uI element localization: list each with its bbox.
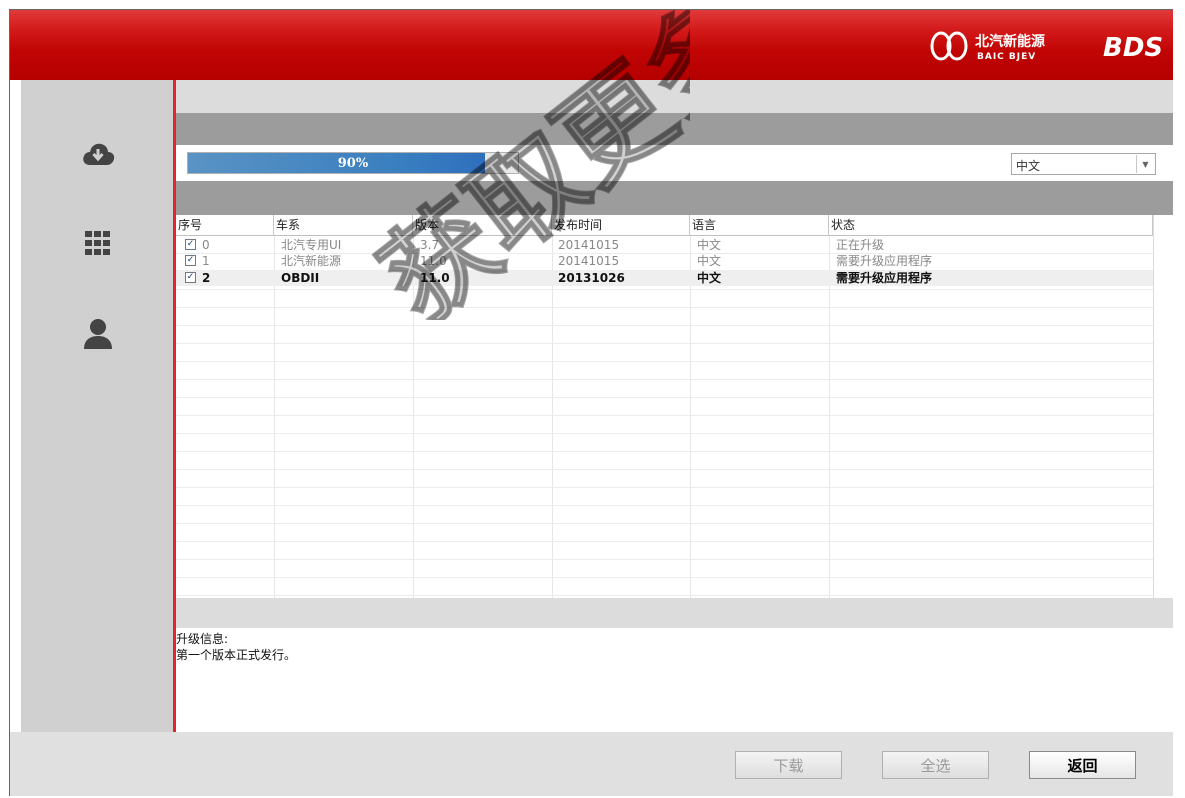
grid-line bbox=[176, 415, 1153, 416]
cell-series: OBDII bbox=[281, 271, 320, 285]
cell-index: 0 bbox=[202, 238, 210, 252]
table-row[interactable]: ✓ 1 北汽新能源 11.0 20141015 中文 需要升级应用程序 bbox=[176, 253, 1153, 269]
cell-status: 需要升级应用程序 bbox=[836, 254, 933, 268]
brand-name-en: BAIC BJEV bbox=[977, 52, 1036, 62]
grid-apps-icon[interactable] bbox=[80, 225, 116, 261]
app-name: BDS bbox=[1103, 33, 1163, 63]
grid-line bbox=[176, 541, 1153, 542]
row-checkbox[interactable]: ✓ bbox=[185, 255, 196, 266]
chevron-down-icon[interactable]: ▼ bbox=[1136, 155, 1154, 173]
cloud-download-icon[interactable] bbox=[80, 136, 116, 172]
cell-index: 2 bbox=[202, 271, 211, 285]
cell-date: 20141015 bbox=[558, 238, 620, 252]
upgrade-info-panel: 升级信息: 第一个版本正式发行。 bbox=[176, 628, 1173, 732]
title-bar: 北汽新能源 BAIC BJEV BDS bbox=[10, 10, 1173, 80]
section-header-bar-2 bbox=[176, 181, 1173, 215]
column-header-language[interactable]: 语言 bbox=[690, 215, 829, 236]
cell-version: 3.7 bbox=[420, 238, 440, 252]
brand-name-cn: 北汽新能源 bbox=[975, 33, 1045, 50]
cell-status: 正在升级 bbox=[836, 238, 885, 252]
table-row[interactable]: ✓ 0 北汽专用UI 3.7 20141015 中文 正在升级 bbox=[176, 237, 1153, 253]
grid-line bbox=[176, 451, 1153, 452]
footer-bar bbox=[10, 732, 1173, 796]
progress-label: 90% bbox=[337, 155, 369, 171]
cell-series: 北汽新能源 bbox=[281, 254, 342, 268]
download-button[interactable]: 下载 bbox=[735, 751, 842, 779]
back-button[interactable]: 返回 bbox=[1029, 751, 1136, 779]
top-strip bbox=[176, 80, 1173, 113]
column-header-index[interactable]: 序号 bbox=[176, 215, 274, 236]
column-header-series[interactable]: 车系 bbox=[274, 215, 413, 236]
grid-line bbox=[176, 433, 1153, 434]
column-header-status[interactable]: 状态 bbox=[829, 215, 1153, 236]
cell-index: 1 bbox=[202, 254, 210, 268]
grid-line bbox=[176, 325, 1153, 326]
cell-language: 中文 bbox=[697, 254, 722, 268]
grid-line bbox=[176, 397, 1153, 398]
grid-line bbox=[176, 487, 1153, 488]
table-row-selected[interactable]: ✓ 2 OBDII 11.0 20131026 中文 需要升级应用程序 bbox=[176, 270, 1153, 286]
table-scroll-edge bbox=[1153, 215, 1154, 598]
grid-line bbox=[690, 236, 691, 598]
row-checkbox[interactable]: ✓ bbox=[185, 272, 196, 283]
grid-line bbox=[176, 307, 1153, 308]
cell-version: 11.0 bbox=[420, 254, 447, 268]
grid-line bbox=[176, 523, 1153, 524]
cell-language: 中文 bbox=[697, 238, 722, 252]
progress-bar: 90% bbox=[187, 152, 519, 174]
upgrade-info-text: 第一个版本正式发行。 bbox=[176, 648, 297, 662]
cell-series: 北汽专用UI bbox=[281, 238, 342, 252]
grid-line bbox=[176, 505, 1153, 506]
sidebar bbox=[21, 80, 173, 732]
info-header-strip bbox=[176, 598, 1173, 628]
row-checkbox[interactable]: ✓ bbox=[185, 239, 196, 250]
cell-version: 11.0 bbox=[420, 271, 450, 285]
grid-line bbox=[413, 236, 414, 598]
brand-logo: 北汽新能源 BAIC BJEV BDS bbox=[930, 31, 1163, 63]
grid-line bbox=[552, 236, 553, 598]
user-icon[interactable] bbox=[80, 316, 116, 352]
column-header-date[interactable]: 发布时间 bbox=[552, 215, 690, 236]
grid-line bbox=[176, 289, 1153, 290]
grid-line bbox=[176, 559, 1153, 560]
column-header-version[interactable]: 版本 bbox=[413, 215, 552, 236]
grid-line bbox=[829, 236, 830, 598]
grid-line bbox=[176, 595, 1153, 596]
grid-line bbox=[176, 343, 1153, 344]
grid-line bbox=[176, 361, 1153, 362]
grid-line bbox=[176, 379, 1153, 380]
cell-status: 需要升级应用程序 bbox=[836, 271, 933, 285]
cell-language: 中文 bbox=[697, 271, 722, 285]
language-select[interactable]: 中文 ▼ bbox=[1011, 153, 1156, 175]
app-window: 北汽新能源 BAIC BJEV BDS 90% 中文 ▼ 序号 车系 版本 发布… bbox=[9, 9, 1173, 796]
upgrade-info-title: 升级信息: bbox=[176, 632, 229, 646]
grid-line bbox=[274, 236, 275, 598]
grid-line bbox=[176, 577, 1153, 578]
table-header: 序号 车系 版本 发布时间 语言 状态 bbox=[176, 215, 1153, 236]
cell-date: 20131026 bbox=[558, 271, 625, 285]
package-table: 序号 车系 版本 发布时间 语言 状态 ✓ 0 北汽专用UI 3.7 20141… bbox=[176, 215, 1173, 598]
language-select-value: 中文 bbox=[1016, 159, 1041, 173]
grid-line bbox=[176, 469, 1153, 470]
select-all-button[interactable]: 全选 bbox=[882, 751, 989, 779]
cell-date: 20141015 bbox=[558, 254, 620, 268]
section-header-bar bbox=[176, 113, 1173, 145]
